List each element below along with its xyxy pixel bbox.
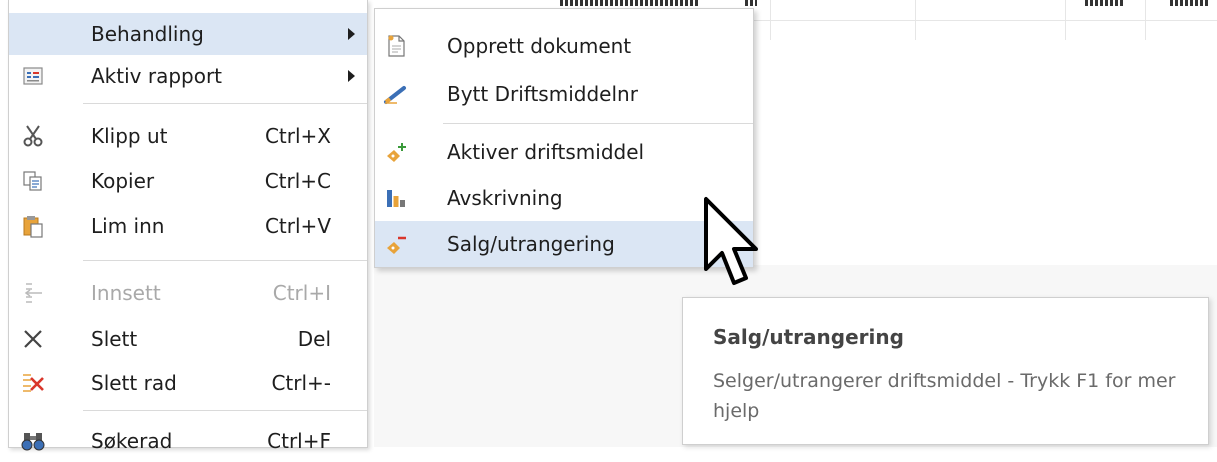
grid-column-divider (770, 0, 771, 40)
menu-item-label: Behandling (91, 22, 204, 46)
submenu-item-label: Bytt Driftsmiddelnr (447, 82, 638, 106)
insert-icon (21, 281, 45, 305)
delete-row-icon (21, 371, 45, 395)
menu-item-label: Kopier (91, 169, 155, 193)
menu-item-aktiv-rapport[interactable]: Aktiv rapport (9, 55, 367, 97)
menu-item-shortcut: Ctrl+V (264, 214, 331, 238)
grid-cell-truncated (745, 0, 757, 6)
menu-item-label: Lim inn (91, 214, 165, 238)
menu-item-lim-inn[interactable]: Lim inn Ctrl+V (9, 205, 367, 247)
submenu-item-label: Aktiver driftsmiddel (447, 140, 645, 164)
tooltip-body: Selger/utrangerer driftsmiddel - Trykk F… (713, 370, 1176, 422)
delete-x-icon (21, 327, 45, 351)
paste-icon (21, 214, 45, 238)
menu-item-shortcut: Ctrl+X (264, 124, 331, 148)
menu-item-label: Klipp ut (91, 124, 168, 148)
menu-separator (83, 103, 367, 104)
tooltip: Salg/utrangering Selger/utrangerer drift… (682, 297, 1209, 445)
grid-column-divider (1145, 0, 1146, 40)
submenu-separator (443, 123, 753, 124)
submenu-item-avskrivning[interactable]: Avskrivning (375, 175, 753, 221)
grid-column-divider (1065, 0, 1066, 40)
menu-item-label: Aktiv rapport (91, 64, 223, 88)
menu-item-innsett[interactable]: Innsett Ctrl+I (9, 272, 367, 314)
pencil-icon (383, 81, 409, 107)
submenu-item-opprett-dokument[interactable]: Opprett dokument (375, 23, 753, 69)
submenu-item-label: Avskrivning (447, 186, 563, 210)
tooltip-title: Salg/utrangering (713, 325, 904, 349)
sell-asset-icon (383, 231, 409, 257)
submenu-item-bytt-driftsmiddelnr[interactable]: Bytt Driftsmiddelnr (375, 71, 753, 117)
menu-item-slett-rad[interactable]: Slett rad Ctrl+- (9, 362, 367, 404)
menu-separator (83, 410, 367, 411)
bar-chart-icon (383, 185, 409, 211)
mouse-cursor-icon (700, 195, 764, 299)
submenu-behandling: Opprett dokument Bytt Driftsmiddelnr Akt… (374, 8, 754, 268)
submenu-arrow-icon (348, 28, 355, 40)
menu-item-label: Innsett (91, 281, 161, 305)
menu-item-sokerad[interactable]: Søkerad Ctrl+F (9, 420, 367, 462)
grid-cell-truncated (560, 0, 700, 6)
menu-separator (83, 260, 367, 261)
context-menu: Behandling Aktiv rapport Klipp ut Ctrl+X… (8, 0, 368, 453)
submenu-item-label: Opprett dokument (447, 34, 632, 58)
menu-item-shortcut: Ctrl+C (264, 169, 331, 193)
menu-item-label: Slett rad (91, 371, 177, 395)
menu-item-behandling[interactable]: Behandling (9, 13, 367, 55)
menu-item-slett[interactable]: Slett Del (9, 318, 367, 360)
binoculars-icon (21, 429, 45, 453)
scissors-icon (21, 124, 45, 148)
copy-icon (21, 169, 45, 193)
grid-column-divider (915, 0, 916, 40)
submenu-item-aktiver-driftsmiddel[interactable]: Aktiver driftsmiddel (375, 129, 753, 175)
menu-item-label: Søkerad (91, 429, 173, 453)
menu-item-shortcut: Ctrl+I (272, 281, 331, 305)
menu-item-klipp-ut[interactable]: Klipp ut Ctrl+X (9, 115, 367, 157)
submenu-item-salg-utrangering[interactable]: Salg/utrangering (375, 221, 753, 267)
menu-item-kopier[interactable]: Kopier Ctrl+C (9, 160, 367, 202)
grid-cell-truncated (1170, 0, 1210, 6)
report-icon (21, 64, 45, 88)
submenu-item-label: Salg/utrangering (447, 232, 615, 256)
menu-item-shortcut: Del (297, 327, 331, 351)
menu-item-shortcut: Ctrl+- (271, 371, 331, 395)
activate-asset-icon (383, 139, 409, 165)
menu-item-shortcut: Ctrl+F (267, 429, 331, 453)
grid-cell-truncated (1085, 0, 1125, 6)
new-document-icon (383, 33, 409, 59)
menu-item-label: Slett (91, 327, 138, 351)
submenu-arrow-icon (348, 70, 355, 82)
